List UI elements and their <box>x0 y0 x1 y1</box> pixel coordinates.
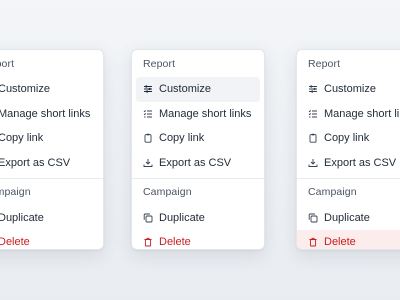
menu-item-label: Duplicate <box>324 211 370 224</box>
menu-item-label: Customize <box>0 83 50 96</box>
menu-item-customize[interactable]: Customize <box>297 77 400 102</box>
menu-item-label: Copy link <box>0 132 44 145</box>
trash-icon <box>143 237 153 247</box>
clipboard-icon <box>308 133 318 144</box>
menu-item-export-csv[interactable]: Export as CSV <box>297 151 400 176</box>
trash-icon <box>308 237 318 247</box>
menu-item-label: Copy link <box>159 132 205 145</box>
menu-item-manage-short-links[interactable]: Manage short links <box>132 102 264 127</box>
menu-item-delete[interactable]: Delete <box>297 229 400 249</box>
list-icon <box>143 109 153 119</box>
list-icon <box>308 109 318 119</box>
copy-icon <box>308 213 318 223</box>
menu-item-copy-link[interactable]: Copy link <box>132 126 264 151</box>
menu-item-label: Export as CSV <box>0 157 71 170</box>
menu-item-label: Manage short links <box>159 107 252 120</box>
context-menu-delete-hovered: Report Customize Manage short links Copy… <box>296 49 400 250</box>
menu-item-copy-link[interactable]: Copy link <box>0 126 103 151</box>
menu-item-label: Delete <box>324 236 356 249</box>
menu-item-customize[interactable]: Customize <box>0 77 103 102</box>
menu-item-label: Delete <box>159 236 191 249</box>
menu-item-delete[interactable]: Delete <box>132 230 264 249</box>
sliders-icon <box>308 84 318 94</box>
canvas: Report Customize Manage short links Copy… <box>0 0 400 300</box>
menu-item-export-csv[interactable]: Export as CSV <box>0 151 103 176</box>
menu-item-delete[interactable]: Delete <box>0 230 103 249</box>
menu-item-manage-short-links[interactable]: Manage short links <box>0 102 103 127</box>
menu-item-label: Manage short links <box>0 107 91 120</box>
section-title-campaign: Campaign <box>143 186 192 199</box>
section-title-report: Report <box>0 58 15 70</box>
context-menu-default: Report Customize Manage short links Copy… <box>0 49 104 250</box>
menu-item-label: Delete <box>0 236 30 249</box>
section-title-report: Report <box>308 58 341 70</box>
context-menu-customize-hovered: Report Customize Manage short links Copy… <box>131 49 265 250</box>
menu-item-label: Customize <box>159 83 211 96</box>
menu-item-duplicate[interactable]: Duplicate <box>0 205 103 230</box>
menu-item-copy-link[interactable]: Copy link <box>297 126 400 151</box>
menu-item-label: Manage short links <box>324 107 400 120</box>
copy-icon <box>143 213 153 223</box>
section-title-campaign: Campaign <box>0 186 31 199</box>
download-icon <box>308 158 318 168</box>
section-title-campaign: Campaign <box>308 186 357 199</box>
menu-item-label: Duplicate <box>0 211 44 224</box>
menu-item-label: Copy link <box>324 132 370 145</box>
menu-item-duplicate[interactable]: Duplicate <box>132 205 264 230</box>
sliders-icon <box>143 84 153 94</box>
clipboard-icon <box>143 133 153 144</box>
menu-item-label: Export as CSV <box>159 157 232 170</box>
download-icon <box>143 158 153 168</box>
menu-item-manage-short-links[interactable]: Manage short links <box>297 102 400 127</box>
menu-item-label: Export as CSV <box>324 157 397 170</box>
section-title-report: Report <box>143 58 176 70</box>
menu-item-label: Customize <box>324 83 376 96</box>
menu-item-duplicate[interactable]: Duplicate <box>297 205 400 230</box>
menu-item-export-csv[interactable]: Export as CSV <box>132 151 264 176</box>
menu-item-label: Duplicate <box>159 211 205 224</box>
menu-item-customize[interactable]: Customize <box>136 77 260 102</box>
